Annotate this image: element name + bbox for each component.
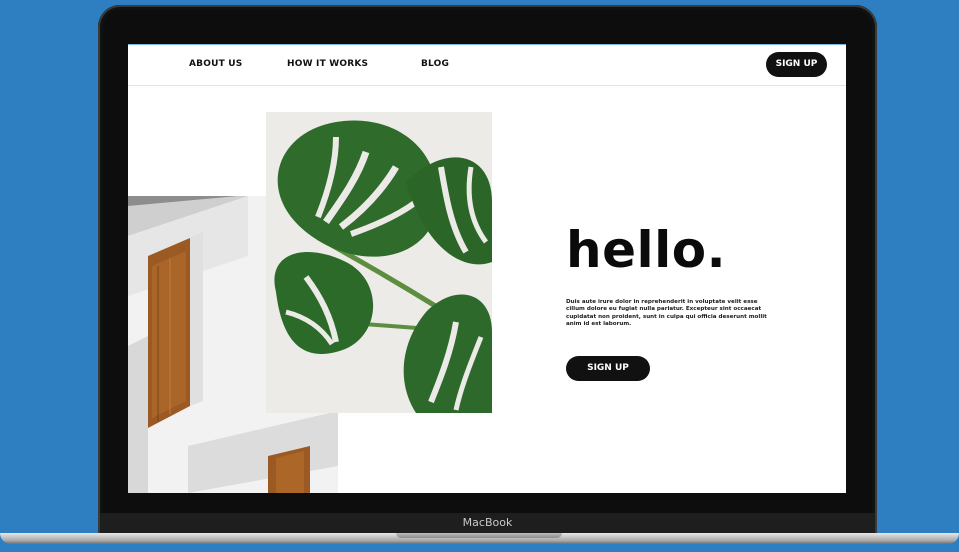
laptop-base-notch xyxy=(396,533,562,538)
plant-photo xyxy=(266,112,492,413)
macbook-label: MacBook xyxy=(462,516,513,529)
nav-signup-button[interactable]: SIGN UP xyxy=(766,52,827,77)
hero-signup-button[interactable]: SIGN UP xyxy=(566,356,650,381)
nav-link-blog[interactable]: BLOG xyxy=(421,59,449,69)
website-screen: ABOUT US HOW IT WORKS BLOG SIGN UP hello… xyxy=(128,44,846,493)
hero-title: hello. xyxy=(566,221,727,279)
hero-body-text: Duis aute irure dolor in reprehenderit i… xyxy=(566,299,767,328)
nav-link-about-us[interactable]: ABOUT US xyxy=(189,59,242,69)
top-navbar: ABOUT US HOW IT WORKS BLOG SIGN UP xyxy=(128,45,846,86)
monstera-leaf-illustration xyxy=(266,112,492,413)
nav-link-how-it-works[interactable]: HOW IT WORKS xyxy=(287,59,368,69)
laptop-bezel-bottom: MacBook xyxy=(100,513,875,535)
